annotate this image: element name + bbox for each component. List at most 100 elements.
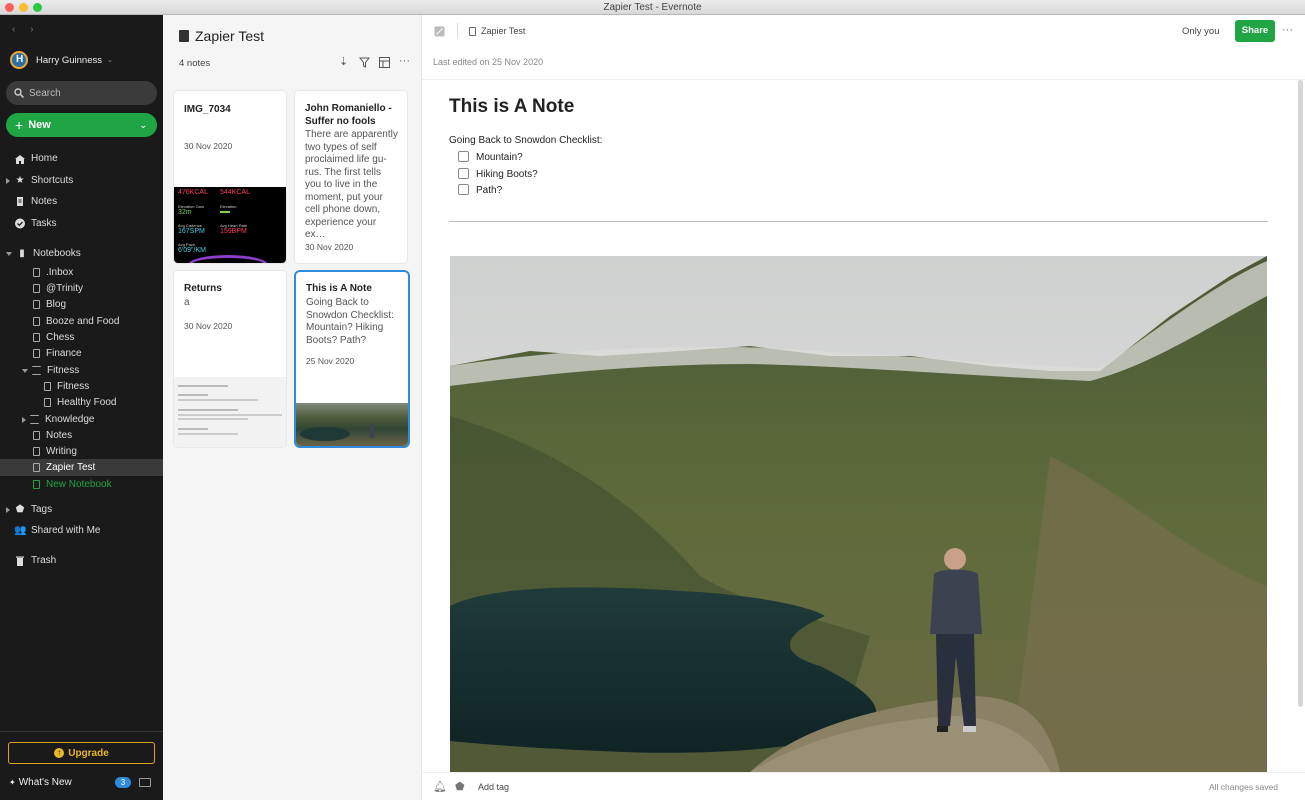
minimize-window-button[interactable] xyxy=(19,3,28,12)
notebook-label: Finance xyxy=(46,348,82,359)
note-list-header: Zapier Test xyxy=(179,28,264,44)
sidebar-item-label: Home xyxy=(31,153,58,164)
sidebar-divider xyxy=(0,731,163,732)
account-menu[interactable]: H Harry Guinness ⌄ xyxy=(10,51,113,69)
notebook-item[interactable]: Blog xyxy=(0,296,163,313)
sharing-status[interactable]: Only you xyxy=(1182,26,1220,37)
note-intro-text[interactable]: Going Back to Snowdon Checklist: xyxy=(449,135,602,146)
notebook-icon xyxy=(44,382,51,391)
notebook-item-selected[interactable]: Zapier Test xyxy=(0,459,163,476)
note-card-thumbnail xyxy=(174,377,286,447)
filter-icon[interactable] xyxy=(359,57,370,68)
new-button[interactable]: + New ⌄ xyxy=(6,113,157,137)
notebook-item[interactable]: Notes xyxy=(0,427,163,444)
notebook-label: .Inbox xyxy=(46,267,74,278)
notebook-icon xyxy=(469,27,476,36)
notebook-label: @Trinity xyxy=(46,283,84,294)
note-card-selected[interactable]: This is A Note Going Back to Snowdon Che… xyxy=(296,272,408,446)
notebook-stack-knowledge[interactable]: Knowledge xyxy=(0,411,163,428)
horizontal-rule xyxy=(449,221,1268,222)
sort-icon[interactable]: ⇣ xyxy=(339,55,348,68)
note-card-snippet: Going Back to Snowdon Checklist: Mountai… xyxy=(306,297,394,346)
thumb-line xyxy=(178,409,238,411)
sparkle-icon: ✦ xyxy=(9,778,16,787)
checkbox[interactable] xyxy=(458,167,469,179)
notebook-item[interactable]: Chess xyxy=(0,329,163,346)
close-window-button[interactable] xyxy=(5,3,14,12)
notebook-label: Fitness xyxy=(57,381,90,392)
header-divider xyxy=(422,79,1305,80)
checklist-label: Mountain? xyxy=(476,152,523,163)
note-photo[interactable] xyxy=(450,256,1267,772)
expand-icon[interactable] xyxy=(434,26,445,37)
sidebar-item-tags[interactable]: ⬟ Tags xyxy=(0,501,163,518)
notebook-item[interactable]: Fitness xyxy=(0,378,163,395)
sidebar-item-home[interactable]: Home xyxy=(0,150,163,167)
notebook-icon xyxy=(33,463,40,472)
note-card-date: 30 Nov 2020 xyxy=(184,141,233,151)
note-card-title: This is A Note xyxy=(306,283,372,294)
upgrade-button[interactable]: ↑ Upgrade xyxy=(8,742,155,764)
notebook-icon xyxy=(33,349,40,358)
expand-caret-icon[interactable] xyxy=(22,368,28,373)
sidebar-item-trash[interactable]: Trash xyxy=(0,552,163,569)
people-icon: 👥 xyxy=(14,525,27,536)
thumb-line xyxy=(178,418,248,420)
notebook-icon xyxy=(33,333,40,342)
editor-scrollbar[interactable] xyxy=(1296,80,1305,707)
editor-notebook-link[interactable]: Zapier Test xyxy=(481,26,525,36)
watch-value: 32m xyxy=(178,209,192,216)
view-options-icon[interactable] xyxy=(379,57,390,68)
checkbox[interactable] xyxy=(458,184,469,195)
whats-new-link[interactable]: ✦ What's New xyxy=(9,777,72,788)
note-card-snippet: There are apparent­ly two types of self … xyxy=(305,129,398,240)
note-card[interactable]: IMG_7034 30 Nov 2020 476KCAL 544KCAL Ele… xyxy=(174,91,286,263)
thumb-lake xyxy=(300,427,350,441)
checklist-item[interactable]: Path? xyxy=(458,183,538,200)
notebook-icon xyxy=(33,300,40,309)
zoom-window-button[interactable] xyxy=(33,3,42,12)
thumb-line xyxy=(178,414,282,416)
notebook-item[interactable]: Finance xyxy=(0,345,163,362)
expand-caret-icon[interactable] xyxy=(22,416,26,423)
notebook-item[interactable]: Healthy Food xyxy=(0,394,163,411)
thumb-line xyxy=(178,428,208,430)
notebook-stack-fitness[interactable]: Fitness xyxy=(0,362,163,379)
new-notebook-link[interactable]: New Notebook xyxy=(0,476,163,493)
notebook-icon xyxy=(33,284,40,293)
note-title[interactable]: This is A Note xyxy=(449,96,574,118)
more-options-icon[interactable]: ··· xyxy=(399,55,410,67)
search-icon xyxy=(14,88,24,98)
notebook-item[interactable]: @Trinity xyxy=(0,280,163,297)
notebook-item[interactable]: Booze and Food xyxy=(0,313,163,330)
sidebar-item-notebooks[interactable]: ▮ Notebooks xyxy=(0,245,163,262)
checklist-item[interactable]: Mountain? xyxy=(458,150,538,167)
window-title: Zapier Test - Evernote xyxy=(603,2,702,13)
notebook-item[interactable]: Writing xyxy=(0,443,163,460)
back-arrow-icon[interactable]: ‹ xyxy=(12,24,15,35)
add-tag-button[interactable]: Add tag xyxy=(478,782,509,792)
checklist-item[interactable]: Hiking Boots? xyxy=(458,167,538,184)
share-button[interactable]: Share xyxy=(1235,20,1275,42)
sidebar-item-label: Notes xyxy=(31,196,58,207)
more-options-icon[interactable]: ··· xyxy=(1282,24,1293,36)
search-input[interactable]: Search xyxy=(6,81,157,105)
notebook-item[interactable]: .Inbox xyxy=(0,264,163,281)
note-list-title: Zapier Test xyxy=(195,28,264,44)
checklist-label: Hiking Boots? xyxy=(476,168,538,180)
sidebar-item-notes[interactable]: Notes xyxy=(0,193,163,210)
sidebar-item-shortcuts[interactable]: ★ Shortcuts xyxy=(0,172,163,189)
forward-arrow-icon[interactable]: › xyxy=(30,24,33,35)
expand-caret-icon[interactable] xyxy=(6,177,10,184)
sidebar-item-tasks[interactable]: Tasks xyxy=(0,215,163,232)
note-card[interactable]: John Romaniello - Suffer no fools There … xyxy=(295,91,407,263)
watch-value: 167SPM xyxy=(178,228,205,235)
note-card[interactable]: Returns a 30 Nov 2020 xyxy=(174,271,286,447)
keyboard-icon[interactable] xyxy=(139,778,151,787)
expand-caret-icon[interactable] xyxy=(6,506,10,513)
expand-caret-icon[interactable] xyxy=(6,251,12,256)
reminder-bell-icon[interactable]: 🔔︎ xyxy=(433,780,447,793)
sidebar-item-shared[interactable]: 👥 Shared with Me xyxy=(0,522,163,539)
checkbox[interactable] xyxy=(458,151,469,162)
tag-icon[interactable]: ⬟ xyxy=(455,780,465,793)
